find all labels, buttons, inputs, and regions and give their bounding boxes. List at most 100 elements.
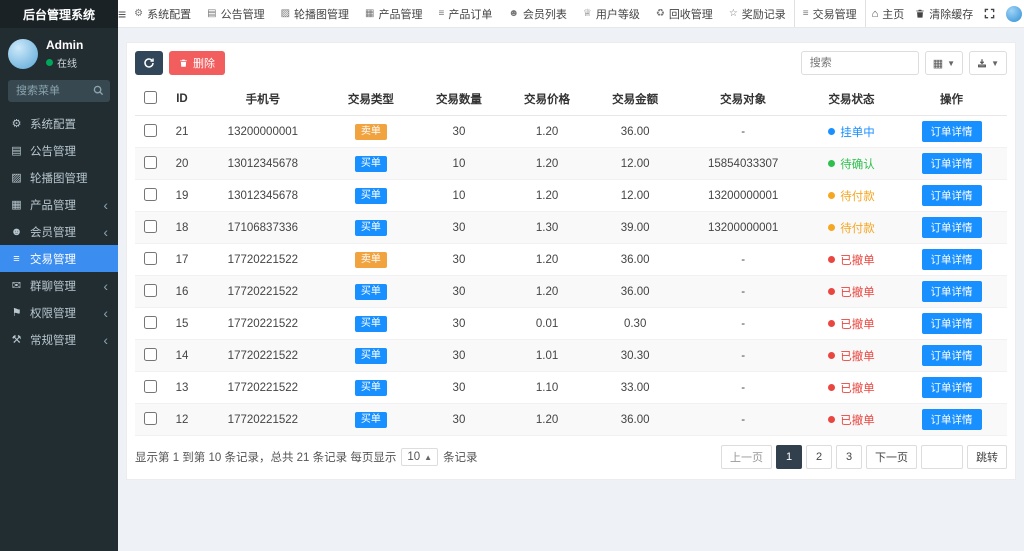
cell-id: 19 [165, 180, 199, 212]
doc-icon: ▤ [10, 144, 23, 157]
sidebar-search [8, 80, 110, 102]
page-button-2[interactable]: 2 [806, 445, 832, 469]
fullscreen-icon[interactable] [984, 8, 995, 19]
row-checkbox[interactable] [144, 220, 157, 233]
gear-icon: ⚙ [134, 8, 143, 19]
status-text: 已撤单 [840, 255, 875, 267]
delete-button[interactable]: 删除 [169, 51, 225, 75]
clear-cache-link[interactable]: 清除缓存 [915, 6, 973, 22]
flag-icon: ⚑ [10, 306, 23, 319]
order-detail-button[interactable]: 订单详情 [922, 153, 982, 174]
order-detail-button[interactable]: 订单详情 [922, 377, 982, 398]
table-search-input[interactable] [801, 51, 919, 75]
trade-type-badge: 卖单 [355, 252, 387, 268]
columns-toggle-button[interactable]: ▦▼ [925, 51, 963, 75]
admin-menu[interactable]: Admin [1006, 6, 1024, 22]
home-link[interactable]: ⌂ 主页 [872, 6, 905, 22]
topnav-item-label: 交易管理 [813, 6, 857, 22]
row-checkbox[interactable] [144, 124, 157, 137]
cell-qty: 10 [415, 148, 503, 180]
cell-price: 1.20 [503, 404, 591, 436]
list-icon: ≡ [803, 8, 809, 19]
page-button-3[interactable]: 3 [836, 445, 862, 469]
sidebar-item-label: 群聊管理 [30, 278, 76, 294]
topnav-item-banner[interactable]: ▨轮播图管理 [273, 0, 357, 27]
topnav-item-label: 用户等级 [596, 6, 640, 22]
order-detail-button[interactable]: 订单详情 [922, 345, 982, 366]
menu-toggle-icon[interactable]: ≡ [118, 0, 126, 27]
search-icon[interactable] [93, 85, 104, 96]
page-button-1[interactable]: 1 [776, 445, 802, 469]
cell-qty: 10 [415, 180, 503, 212]
order-detail-button[interactable]: 订单详情 [922, 313, 982, 334]
topnav-item-product-order[interactable]: ≡产品订单 [431, 0, 501, 27]
status-dot-icon [828, 352, 835, 359]
cell-id: 17 [165, 244, 199, 276]
export-button[interactable]: ▼ [969, 51, 1007, 75]
topnav-item-recycle[interactable]: ♻回收管理 [648, 0, 721, 27]
page-jump-button[interactable]: 跳转 [967, 445, 1007, 469]
status-dot-icon [828, 160, 835, 167]
cell-type: 买单 [327, 212, 415, 244]
column-header: 交易数量 [415, 83, 503, 116]
cell-action: 订单详情 [896, 116, 1007, 148]
sidebar-item-label: 产品管理 [30, 197, 76, 213]
topnav-item-user-level[interactable]: ♕用户等级 [575, 0, 648, 27]
topnav-item-system-config[interactable]: ⚙ 系统配置 [126, 0, 199, 27]
sidebar-item-product[interactable]: ▦产品管理‹ [0, 191, 118, 218]
cell-price: 1.10 [503, 372, 591, 404]
topnav: ≡ ⚙ 系统配置 ▤公告管理▨轮播图管理▦产品管理≡产品订单☻会员列表♕用户等级♻回… [118, 0, 1024, 28]
table-row: 1317720221522买单301.1033.00-已撤单订单详情 [135, 372, 1007, 404]
order-detail-button[interactable]: 订单详情 [922, 185, 982, 206]
sidebar-item-notice[interactable]: ▤公告管理 [0, 137, 118, 164]
order-detail-button[interactable]: 订单详情 [922, 217, 982, 238]
row-checkbox-cell [135, 340, 165, 372]
user-icon: ☻ [10, 226, 23, 238]
prev-page-button[interactable]: 上一页 [721, 445, 772, 469]
row-checkbox[interactable] [144, 412, 157, 425]
order-detail-button[interactable]: 订单详情 [922, 281, 982, 302]
cell-phone: 17720221522 [199, 308, 327, 340]
row-checkbox[interactable] [144, 316, 157, 329]
row-checkbox[interactable] [144, 188, 157, 201]
sidebar-item-permission[interactable]: ⚑权限管理‹ [0, 299, 118, 326]
chevron-left-icon: ‹ [103, 198, 108, 212]
row-checkbox[interactable] [144, 156, 157, 169]
order-detail-button[interactable]: 订单详情 [922, 121, 982, 142]
sidebar-item-label: 系统配置 [30, 116, 76, 132]
sidebar-item-trade[interactable]: ≡交易管理 [0, 245, 118, 272]
refresh-button[interactable] [135, 51, 163, 75]
order-detail-button[interactable]: 订单详情 [922, 409, 982, 430]
cell-phone: 13012345678 [199, 148, 327, 180]
row-checkbox[interactable] [144, 284, 157, 297]
sidebar-item-banner[interactable]: ▨轮播图管理 [0, 164, 118, 191]
sidebar-item-member[interactable]: ☻会员管理‹ [0, 218, 118, 245]
status-text: 已撤单 [840, 319, 875, 331]
topnav-item-product[interactable]: ▦产品管理 [357, 0, 430, 27]
topnav-item-member-list[interactable]: ☻会员列表 [500, 0, 575, 27]
page-size-select[interactable]: 10 ▲ [401, 448, 438, 466]
row-checkbox[interactable] [144, 348, 157, 361]
column-header: 交易类型 [327, 83, 415, 116]
order-detail-button[interactable]: 订单详情 [922, 249, 982, 270]
caret-down-icon: ▼ [991, 59, 999, 68]
sidebar-item-general[interactable]: ⚒常规管理‹ [0, 326, 118, 353]
page-jump-input[interactable] [921, 445, 963, 469]
next-page-button[interactable]: 下一页 [866, 445, 917, 469]
sidebar-item-system-config[interactable]: ⚙系统配置 [0, 110, 118, 137]
select-all-checkbox[interactable] [144, 91, 157, 104]
sidebar-item-chat[interactable]: ✉群聊管理‹ [0, 272, 118, 299]
cell-status: 待付款 [807, 180, 896, 212]
status-dot-icon [828, 256, 835, 263]
cell-status: 待确认 [807, 148, 896, 180]
cell-phone: 17720221522 [199, 404, 327, 436]
topnav-item-label: 系统配置 [147, 6, 191, 22]
cell-status: 已撤单 [807, 276, 896, 308]
sidebar: 后台管理系统 Admin 在线 ⚙系统配置▤公告管理▨轮播图管理▦产品管理‹☻会… [0, 0, 118, 551]
topnav-item-notice[interactable]: ▤公告管理 [199, 0, 272, 27]
topnav-item-reward[interactable]: ☆奖励记录 [721, 0, 794, 27]
topnav-item-trade[interactable]: ≡ 交易管理 [794, 0, 866, 27]
row-checkbox[interactable] [144, 380, 157, 393]
cell-phone: 13200000001 [199, 116, 327, 148]
row-checkbox[interactable] [144, 252, 157, 265]
